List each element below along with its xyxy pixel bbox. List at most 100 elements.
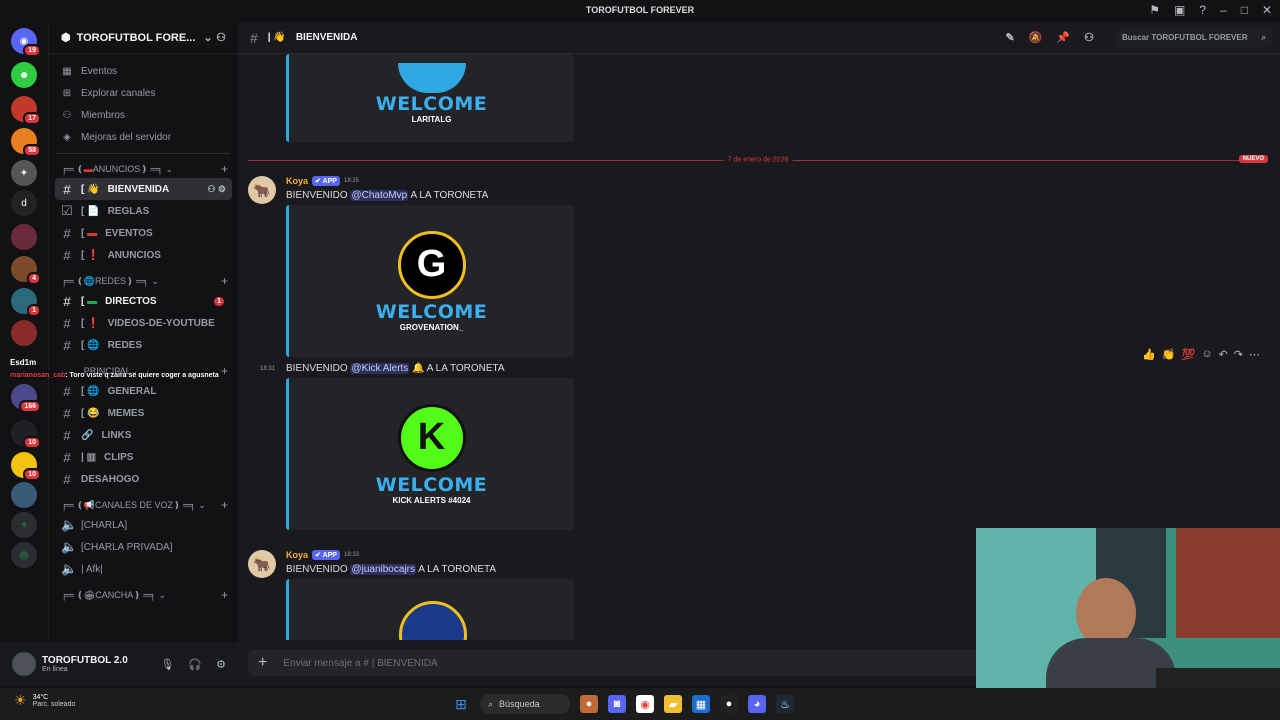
server-icon[interactable]: 10	[11, 452, 41, 481]
add-reaction-icon[interactable]: ☺	[1201, 348, 1212, 361]
menu-members[interactable]: ⚇ Miembros	[49, 104, 238, 126]
headphones-icon[interactable]: 🎧	[188, 658, 202, 671]
mention[interactable]: @ChatoMvp	[350, 190, 409, 201]
channel-charla[interactable]: 🔈 [CHARLA]	[55, 514, 232, 536]
screen-icon[interactable]: ▣	[1174, 3, 1185, 17]
maximize-icon[interactable]: □	[1241, 3, 1248, 17]
weather-widget[interactable]: ☀ 34°C Parc. soleado	[14, 692, 75, 709]
overlay-user: marianosan_cab	[10, 372, 66, 379]
invite-icon[interactable]: ⚇	[216, 31, 226, 44]
welcome-name: KICK ALERTS #4024	[392, 495, 471, 505]
add-server-icon[interactable]: +	[11, 512, 37, 538]
microphone-icon[interactable]: 🎙	[160, 658, 174, 671]
settings-icon[interactable]: ⚇ ⚙	[207, 184, 226, 195]
server-icon[interactable]: 4	[11, 256, 41, 285]
more-icon[interactable]: ⋯	[1249, 348, 1260, 361]
category-anuncios[interactable]: ╒═ ❪ ▬ ANUNCIOS ❫ ═╕ ⌄ +	[49, 160, 238, 178]
menu-boost[interactable]: ◈ Mejoras del servidor	[49, 126, 238, 148]
add-channel-icon[interactable]: +	[221, 588, 228, 602]
mute-icon[interactable]: 🔕	[1029, 31, 1043, 44]
channel-redes[interactable]: # [ 🌐 REDES	[55, 334, 232, 356]
server-icon[interactable]: 1	[11, 288, 41, 317]
channel-afk[interactable]: 🔈 | Afk|	[55, 558, 232, 580]
server-icon[interactable]: 17	[11, 96, 41, 125]
server-icon[interactable]	[11, 224, 37, 250]
members-icon[interactable]: ⚇	[1084, 31, 1094, 44]
server-header[interactable]: ⬢ TOROFUTBOL FORE... ⌄ ⚇	[49, 22, 238, 54]
forward-icon[interactable]: ↷	[1234, 348, 1243, 361]
windows-start-icon[interactable]: ⊞	[452, 695, 470, 713]
chrome-icon[interactable]: ◉	[636, 695, 654, 713]
channel-charla-privada[interactable]: 🔈 [CHARLA PRIVADA]	[55, 536, 232, 558]
server-icon[interactable]	[11, 320, 37, 346]
channel-eventos[interactable]: # [ ▬ EVENTOS	[55, 222, 232, 244]
message-header: Koya ✔ APP 18:25	[286, 176, 359, 186]
channel-general[interactable]: # [ 🌐 GENERAL	[55, 380, 232, 402]
reply-icon[interactable]: ↶	[1219, 348, 1228, 361]
channel-label: [CHARLA PRIVADA]	[81, 541, 173, 553]
channel-directos[interactable]: # [ ▬ DIRECTOS 1	[55, 290, 232, 312]
add-channel-icon[interactable]: +	[221, 162, 228, 176]
pin-icon[interactable]: 📌	[1056, 31, 1070, 44]
threads-icon[interactable]: ✎	[1006, 31, 1015, 44]
discord-icon[interactable]: ◕	[748, 695, 766, 713]
channel-memes[interactable]: # [ 😂 MEMES	[55, 402, 232, 424]
category-voz[interactable]: ╒═ ❪📢 CANALES DE VOZ ❫ ═╕ ⌄ +	[49, 496, 238, 514]
avatar[interactable]: 🐂	[248, 550, 276, 578]
store-icon[interactable]: ▦	[692, 695, 710, 713]
server-icon[interactable]: ☻	[11, 62, 37, 88]
server-icon[interactable]: 10	[11, 420, 41, 449]
add-channel-icon[interactable]: +	[221, 274, 228, 288]
search-input[interactable]: Buscar TOROFUTBOL FOREVER ⌕	[1116, 28, 1272, 47]
title-bar: TOROFUTBOL FOREVER ⚑ ▣ ? – □ ✕	[0, 0, 1280, 22]
menu-events[interactable]: ▦ Eventos	[49, 60, 238, 82]
category-label: CANALES DE VOZ	[95, 500, 174, 510]
channel-reglas[interactable]: ☑ [ 📄 REGLAS	[55, 200, 232, 222]
chat-icon[interactable]: ◙	[608, 695, 626, 713]
clap-icon[interactable]: 👏	[1162, 348, 1176, 361]
mention[interactable]: @Kick Alerts	[350, 363, 410, 374]
chevron-down-icon[interactable]: ⌄	[203, 31, 212, 44]
hundred-icon[interactable]: 💯	[1182, 348, 1196, 361]
channel-videos[interactable]: # [ ❗ VIDEOS-DE-YOUTUBE	[55, 312, 232, 334]
explore-icon[interactable]: ◎	[11, 542, 37, 568]
server-icon[interactable]: 166	[11, 384, 41, 413]
channel-desahogo[interactable]: # DESAHOGO	[55, 468, 232, 490]
channel-anuncios[interactable]: # [ ❗ ANUNCIOS	[55, 244, 232, 266]
inbox-icon[interactable]: ⚑	[1149, 3, 1160, 17]
minimize-icon[interactable]: –	[1220, 3, 1227, 17]
app-icon[interactable]: ●	[720, 695, 738, 713]
home-icon[interactable]: ◉ 19	[11, 28, 41, 57]
author-name[interactable]: Koya	[286, 550, 308, 560]
avatar[interactable]	[12, 652, 36, 676]
mention[interactable]: @juanibocajrs	[350, 564, 416, 575]
server-icon: ⬢	[61, 32, 71, 44]
server-icon[interactable]: 58	[11, 128, 41, 157]
help-icon[interactable]: ?	[1199, 3, 1206, 17]
server-icon[interactable]: d	[11, 190, 37, 216]
thumbs-up-icon[interactable]: 👍	[1142, 348, 1156, 361]
server-icon[interactable]	[11, 482, 37, 508]
category-redes[interactable]: ╒═ ❪🌐 REDES ❫ ═╕ ⌄ +	[49, 272, 238, 290]
server-name: TOROFUTBOL FORE...	[76, 31, 196, 44]
hash-icon: #	[63, 181, 71, 197]
steam-icon[interactable]: ♨	[776, 695, 794, 713]
server-icon[interactable]: ✦	[11, 160, 37, 186]
add-channel-icon[interactable]: +	[221, 364, 228, 378]
close-icon[interactable]: ✕	[1262, 3, 1272, 17]
menu-explore[interactable]: ⊞ Explorar canales	[49, 82, 238, 104]
author-name[interactable]: Koya	[286, 176, 308, 186]
add-channel-icon[interactable]: +	[221, 498, 228, 512]
folder-icon[interactable]: ▰	[664, 695, 682, 713]
category-cancha[interactable]: ╒═ ❪🏟 CANCHA ❫ ═╕ ⌄ +	[49, 586, 238, 604]
channel-links[interactable]: # 🔗 LINKS	[55, 424, 232, 446]
gear-icon[interactable]: ⚙	[216, 658, 226, 671]
channel-bienvenida[interactable]: # [ 👋 BIENVENIDA ⚇ ⚙	[55, 178, 232, 200]
widgets-icon[interactable]: ●	[580, 695, 598, 713]
channel-clips[interactable]: # | ▥ CLIPS	[55, 446, 232, 468]
taskbar-search[interactable]: ⌕ Búsqueda	[480, 694, 570, 714]
channel-label: REDES	[107, 339, 143, 351]
category-label: REDES	[95, 276, 127, 286]
attach-icon[interactable]: +	[258, 654, 267, 672]
avatar[interactable]: 🐂	[248, 176, 276, 204]
